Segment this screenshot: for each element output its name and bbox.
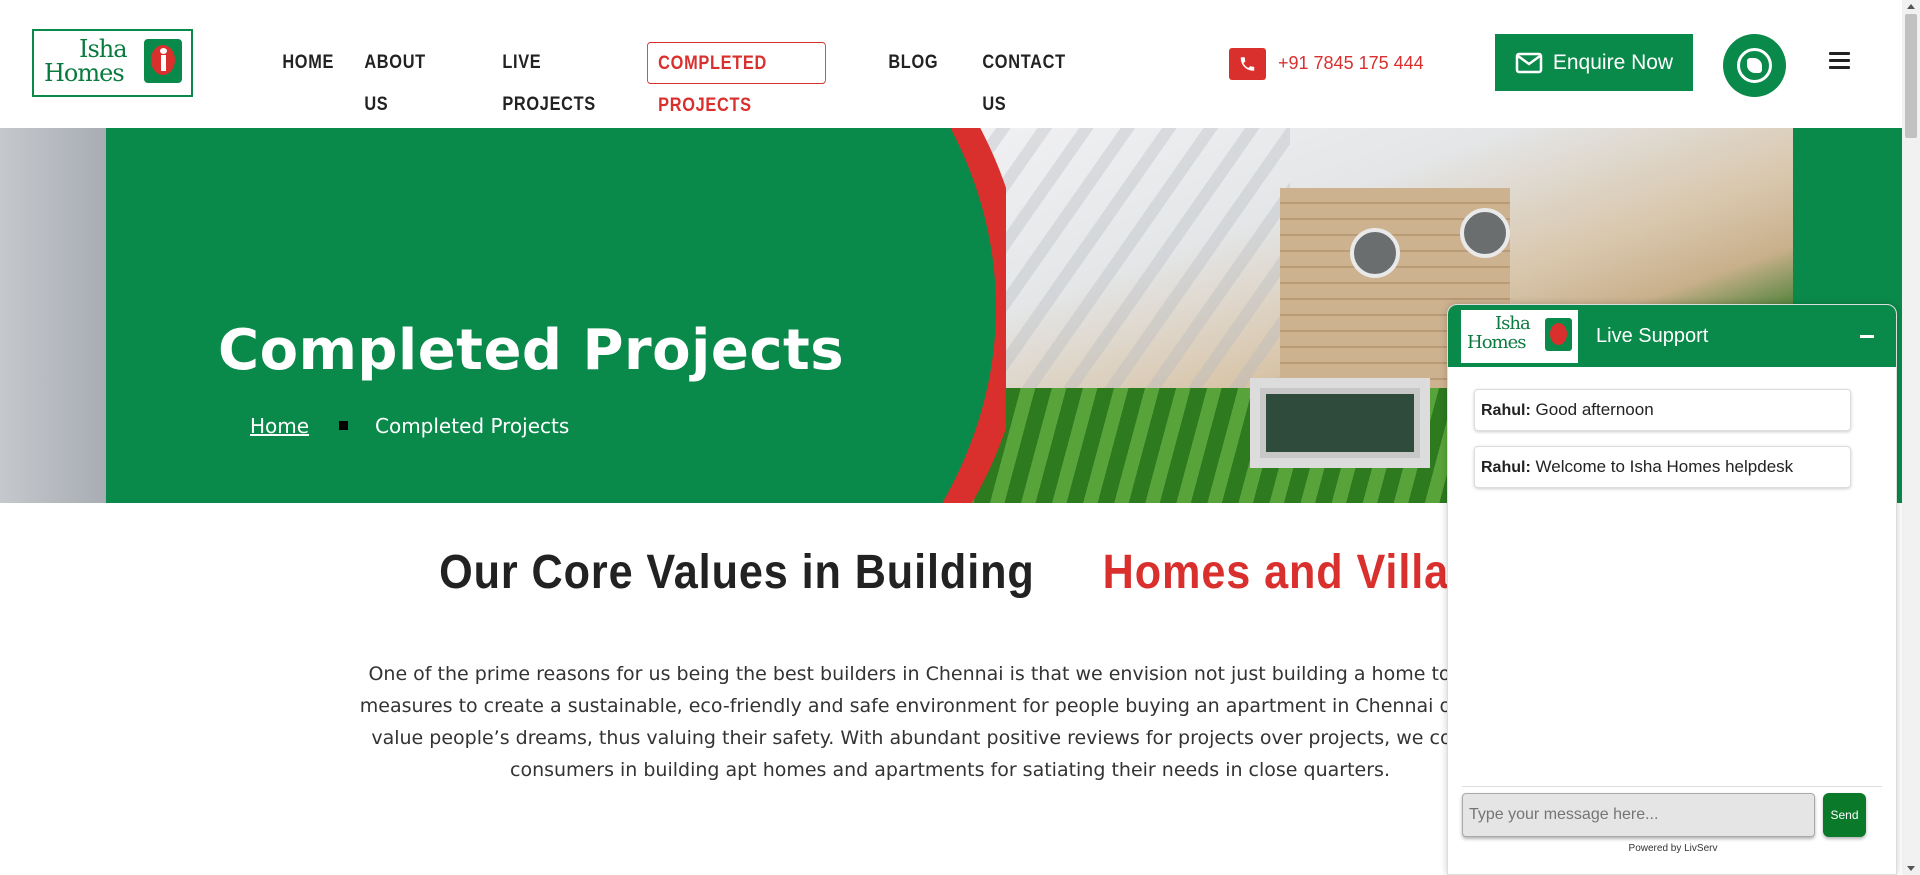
chat-title: Live Support — [1596, 325, 1709, 347]
page-title: Completed Projects — [218, 318, 845, 383]
site-logo[interactable]: Isha Homes — [32, 29, 193, 97]
chat-header[interactable]: Isha Homes Live Support — [1448, 305, 1896, 367]
breadcrumb-separator-icon — [339, 421, 348, 430]
scroll-up-arrow-icon[interactable] — [1907, 4, 1915, 9]
chat-text: Welcome to Isha Homes helpdesk — [1535, 457, 1794, 476]
minimize-icon[interactable] — [1860, 335, 1874, 338]
nav-about-us[interactable]: ABOUT US — [354, 42, 436, 115]
breadcrumb-current: Completed Projects — [375, 414, 570, 438]
nav-home[interactable]: HOME — [272, 42, 344, 84]
hero-left-strip — [0, 128, 106, 503]
heading-part-2: Homes and Villas — [1102, 546, 1474, 599]
phone-number-link[interactable]: +91 7845 175 444 — [1278, 53, 1424, 74]
chat-message: Rahul: Welcome to Isha Homes helpdesk — [1474, 446, 1851, 488]
site-header: Isha Homes HOME ABOUT US LIVE PROJECTS C… — [0, 0, 1900, 128]
nav-live-projects[interactable]: LIVE PROJECTS — [492, 42, 606, 115]
logo-mark-icon — [144, 39, 182, 83]
live-support-widget: Isha Homes Live Support Rahul: Good afte… — [1447, 304, 1897, 875]
page-scrollbar[interactable] — [1902, 0, 1920, 875]
logo-text-homes: Homes — [44, 59, 125, 87]
powered-by-text: Powered by LivServ — [1628, 843, 1718, 854]
nav-completed-projects[interactable]: COMPLETED PROJECTS — [647, 42, 826, 116]
chat-message: Rahul: Good afternoon — [1474, 389, 1851, 431]
chat-text: Good afternoon — [1535, 400, 1654, 419]
whatsapp-icon[interactable] — [1723, 34, 1786, 97]
chat-logo-isha: Isha — [1495, 313, 1531, 334]
nav-contact-us[interactable]: CONTACT US — [972, 42, 1076, 115]
scrollbar-thumb[interactable] — [1905, 14, 1917, 138]
hero-green-panel — [106, 128, 1006, 503]
chat-divider — [1462, 786, 1882, 787]
wall-window-left — [1350, 228, 1400, 278]
chat-logo-mark-icon — [1545, 318, 1572, 351]
scroll-down-arrow-icon[interactable] — [1907, 866, 1915, 871]
nav-blog[interactable]: BLOG — [878, 42, 949, 84]
chat-sender: Rahul: — [1481, 402, 1531, 419]
chat-message-input[interactable] — [1462, 793, 1815, 837]
phone-icon[interactable] — [1229, 48, 1266, 80]
enquire-now-label: Enquire Now — [1552, 50, 1674, 74]
chat-logo: Isha Homes — [1460, 309, 1579, 364]
wall-window-right — [1460, 208, 1510, 258]
breadcrumb-home-link[interactable]: Home — [250, 414, 309, 438]
pond-planter — [1250, 378, 1430, 468]
chat-sender: Rahul: — [1481, 459, 1531, 476]
chat-logo-homes: Homes — [1467, 332, 1526, 353]
envelope-icon — [1515, 52, 1543, 73]
chat-send-button[interactable]: Send — [1823, 793, 1866, 837]
heading-part-1: Our Core Values in Building — [438, 546, 1035, 599]
enquire-now-button[interactable]: Enquire Now — [1495, 34, 1693, 91]
hamburger-icon[interactable] — [1829, 52, 1850, 70]
